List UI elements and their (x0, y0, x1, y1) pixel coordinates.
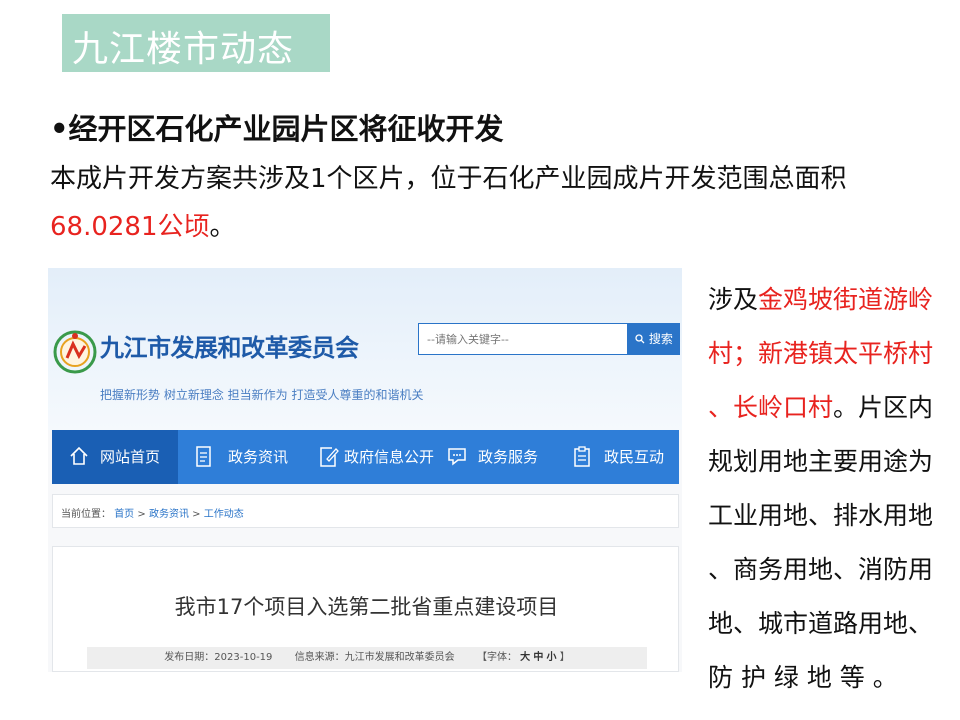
nav-item-public-info[interactable]: 政府信息公开 (304, 430, 434, 484)
search-button-label: 搜索 (648, 332, 673, 346)
side-highlight: 、长岭口村 (708, 393, 834, 422)
document-list-icon (196, 446, 211, 467)
nav-label: 政务服务 (478, 448, 539, 466)
side-text: 。片区内 (833, 393, 934, 422)
side-line-6: 、商务用地、消防用 (708, 555, 934, 584)
nav-label: 政府信息公开 (344, 448, 435, 466)
search-icon (635, 334, 645, 344)
font-size-medium[interactable]: 中 (533, 652, 543, 663)
site-slogan: 把握新形势 树立新理念 担当新作为 打造受人尊重的和谐机关 (100, 388, 424, 402)
nav-label: 政务资讯 (228, 448, 289, 466)
side-line-5: 工业用地、排水用地 (708, 501, 934, 530)
article-panel: 我市17个项目入选第二批省重点建设项目 发布日期：2023-10-19 信息来源… (52, 546, 679, 672)
side-highlight: 金鸡坡街道游岭 (758, 285, 934, 314)
nav-label: 政民互动 (604, 448, 665, 466)
info-source: 信息来源：九江市发展和改革委员会 (294, 652, 455, 663)
side-line-3: 、长岭口村。片区内 (708, 388, 933, 424)
article-meta: 发布日期：2023-10-19 信息来源：九江市发展和改革委员会 【字体： 大 … (87, 647, 647, 669)
side-line-4: 规划用地主要用途为 (708, 447, 934, 476)
chat-icon (448, 448, 466, 466)
breadcrumb: 当前位置： 首页 > 政务资讯 > 工作动态 (61, 505, 244, 520)
font-size-large[interactable]: 大 (520, 652, 530, 663)
side-line-2: 村；新港镇太平桥村 (708, 334, 933, 370)
intro-line-2: 68.0281公顷。 (50, 206, 236, 243)
breadcrumb-prefix: 当前位置： (61, 509, 111, 520)
side-highlight: 村；新港镇太平桥村 (708, 339, 934, 368)
article-title: 我市17个项目入选第二批省重点建设项目 (174, 595, 559, 619)
edit-document-icon (320, 447, 339, 467)
intro-period: 。 (209, 212, 236, 242)
nav-item-services[interactable]: 政务服务 (430, 430, 556, 484)
home-icon (70, 446, 88, 465)
clipboard-icon (574, 446, 590, 467)
search-field[interactable] (418, 323, 629, 355)
embedded-webpage-screenshot: 九江市发展和改革委员会 把握新形势 树立新理念 担当新作为 打造受人尊重的和谐机… (48, 268, 682, 672)
nav-item-news[interactable]: 政务资讯 (178, 430, 304, 484)
intro-line-1: 本成片开发方案共涉及1个区片，位于石化产业园成片开发范围总面积 (50, 164, 847, 194)
side-line-8: 防 护 绿 地 等 。 (708, 663, 898, 692)
breadcrumb-news[interactable]: 政务资讯 (149, 509, 189, 520)
breadcrumb-work-updates[interactable]: 工作动态 (204, 509, 244, 520)
main-nav: 网站首页 政务资讯 政府信息公开 政务服务 政民互动 (52, 430, 679, 484)
search-button[interactable]: 搜索 (628, 323, 680, 355)
title-banner: 九江楼市动态 (62, 14, 330, 72)
breadcrumb-bar: 当前位置： 首页 > 政务资讯 > 工作动态 (52, 494, 679, 528)
search-input[interactable] (419, 324, 629, 354)
side-text: 涉及 (708, 285, 759, 314)
breadcrumb-home[interactable]: 首页 (114, 509, 134, 520)
banner-title: 九江楼市动态 (72, 29, 295, 70)
font-size-small[interactable]: 小 (547, 652, 557, 663)
area-value: 68.0281公顷 (50, 212, 210, 242)
breadcrumb-separator: > (192, 509, 201, 520)
site-logo-icon (53, 330, 97, 374)
font-size-close: 】 (559, 652, 570, 663)
nav-item-home[interactable]: 网站首页 (52, 430, 178, 484)
nav-label: 网站首页 (100, 448, 161, 466)
site-name: 九江市发展和改革委员会 (100, 334, 359, 362)
publish-date: 发布日期：2023-10-19 (164, 652, 273, 663)
breadcrumb-separator: > (137, 509, 146, 520)
nav-item-interaction[interactable]: 政民互动 (556, 430, 679, 484)
font-size-label: 【字体： (476, 652, 517, 663)
side-line-1: 涉及金鸡坡街道游岭 (708, 280, 933, 316)
headline: •经开区石化产业园片区将征收开发 (50, 112, 504, 146)
side-line-7: 地、城市道路用地、 (708, 609, 934, 638)
